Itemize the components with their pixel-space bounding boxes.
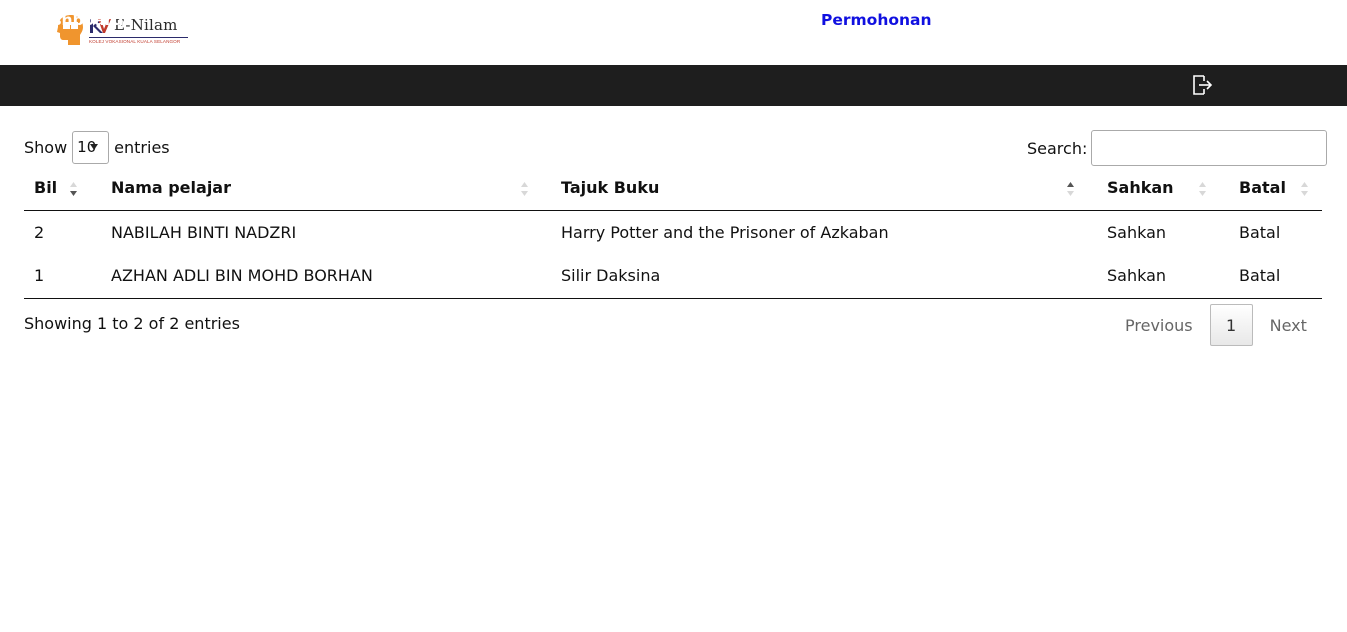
nav-permohonan[interactable]: Permohonan: [821, 0, 932, 41]
select-arrow-icon: [90, 143, 99, 150]
pagination: Previous 1 Next: [1108, 304, 1324, 346]
search-label: Search:: [1027, 138, 1088, 158]
header-batal[interactable]: Batal: [1229, 166, 1322, 211]
table-row: 1 AZHAN ADLI BIN MOHD BORHAN Silir Daksi…: [24, 254, 1322, 299]
header-tajuk-label: Tajuk Buku: [561, 178, 660, 198]
sort-both-icon: [1301, 182, 1308, 196]
header: E-Nilam KOLEJ VOKASIONAL KUALA SELANGOR: [0, 0, 1347, 65]
previous-button[interactable]: Previous: [1108, 316, 1210, 335]
cell-nama-pelajar: NABILAH BINTI NADZRI: [111, 222, 297, 242]
header-nama-label: Nama pelajar: [111, 178, 231, 198]
next-button[interactable]: Next: [1253, 316, 1324, 335]
cell-nama-pelajar: AZHAN ADLI BIN MOHD BORHAN: [101, 254, 551, 299]
page-button-current[interactable]: 1: [1209, 304, 1253, 346]
page-length-select[interactable]: 10: [72, 130, 110, 164]
sahkan-link[interactable]: Sahkan: [1097, 254, 1229, 299]
header-batal-label: Batal: [1239, 178, 1286, 198]
table-row: 2 NABILAH BINTI NADZRI Harry Potter and …: [24, 210, 1322, 254]
header-nama-pelajar[interactable]: Nama pelajar: [101, 166, 551, 211]
batal-link[interactable]: Batal: [1229, 254, 1322, 299]
table-header-row: Bil Nama pelajar Tajuk Buku Sahkan Batal: [24, 166, 1322, 211]
top-navbar: [0, 65, 1347, 106]
header-sahkan-label: Sahkan: [1107, 178, 1174, 198]
requests-table: Bil Nama pelajar Tajuk Buku Sahkan Batal…: [24, 166, 1322, 299]
sort-both-icon: [521, 182, 528, 196]
show-label: Show: [24, 137, 68, 157]
nav-pengguna[interactable]: Pengguna: [557, 0, 645, 41]
header-sahkan[interactable]: Sahkan: [1097, 166, 1229, 211]
header-bil-label: Bil: [34, 178, 58, 198]
sort-descending-icon: [70, 182, 77, 196]
table-info: Showing 1 to 2 of 2 entries: [24, 314, 240, 333]
length-control: Show 10 entries: [24, 130, 170, 164]
batal-link[interactable]: Batal: [1229, 210, 1322, 254]
nav-buku[interactable]: Buku: [293, 0, 337, 41]
search-control: Search:: [1027, 130, 1328, 166]
logout-icon[interactable]: [1190, 73, 1214, 97]
cell-tajuk-buku: Silir Daksina: [551, 254, 1097, 299]
sahkan-link[interactable]: Sahkan: [1097, 210, 1229, 254]
header-bil[interactable]: Bil: [24, 166, 101, 211]
search-input[interactable]: [1091, 130, 1328, 166]
sort-ascending-icon: [1067, 182, 1074, 196]
cell-tajuk-buku: Harry Potter and the Prisoner of Azkaban: [561, 222, 889, 242]
nav-dashboard[interactable]: Dashboard: [29, 0, 124, 41]
entries-label: entries: [114, 137, 170, 157]
brand-name: E-Nilam: [114, 16, 178, 34]
cell-bil: 2: [34, 222, 45, 242]
sort-both-icon: [1199, 182, 1206, 196]
cell-bil: 1: [24, 254, 101, 299]
header-tajuk-buku[interactable]: Tajuk Buku: [551, 166, 1097, 211]
